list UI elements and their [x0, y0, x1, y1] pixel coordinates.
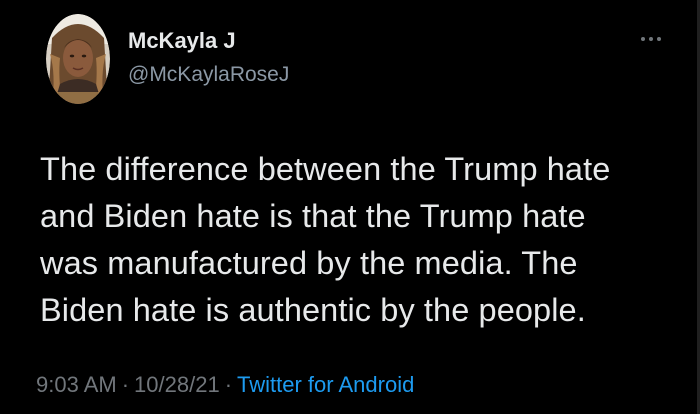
tweet-metadata: 9:03 AM · 10/28/21 · Twitter for Android — [36, 372, 414, 398]
separator: · — [224, 372, 233, 397]
display-name[interactable]: McKayla J — [128, 28, 236, 54]
more-dot — [649, 37, 653, 41]
more-options-icon[interactable] — [636, 30, 666, 48]
more-dot — [641, 37, 645, 41]
more-dot — [657, 37, 661, 41]
tweet-time[interactable]: 9:03 AM — [36, 372, 117, 397]
user-handle[interactable]: @McKaylaRoseJ — [128, 63, 289, 87]
separator: · — [121, 372, 130, 397]
avatar-photo-icon — [46, 14, 110, 104]
tweet-card: McKayla J @McKaylaRoseJ The difference b… — [0, 0, 700, 414]
tweet-date[interactable]: 10/28/21 — [134, 372, 220, 397]
tweet-text: The difference between the Trump hate an… — [40, 151, 611, 328]
tweet-source-link[interactable]: Twitter for Android — [237, 372, 414, 397]
avatar[interactable] — [46, 14, 110, 104]
